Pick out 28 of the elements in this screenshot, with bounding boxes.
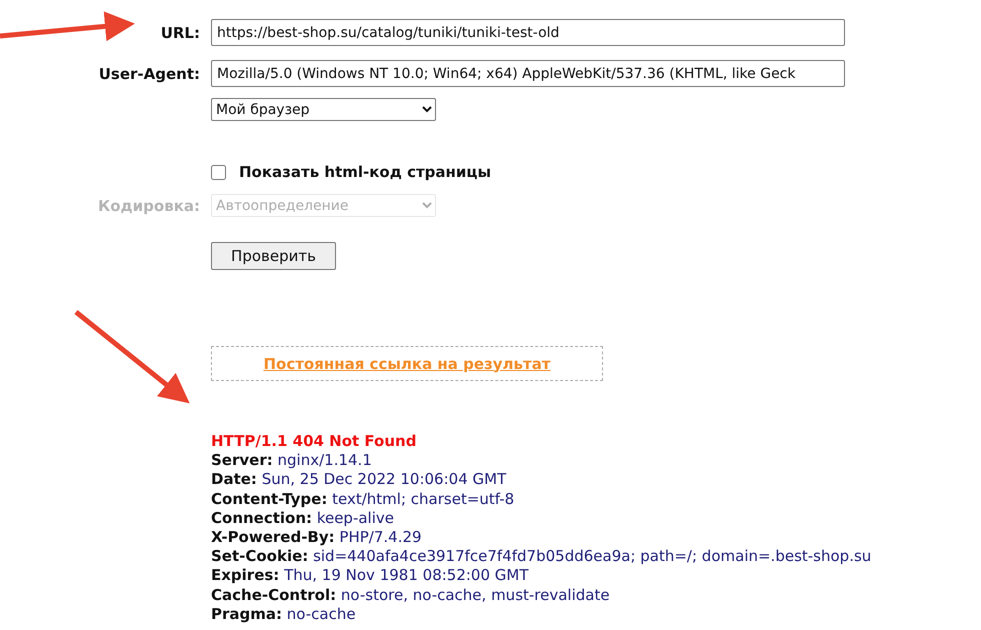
header-name: Set-Cookie: <box>211 547 308 566</box>
user-agent-label: User-Agent: <box>98 64 200 82</box>
header-name: Server: <box>211 451 273 470</box>
show-html-label: Показать html-код страницы <box>239 163 492 181</box>
header-name: Expires: <box>211 566 280 584</box>
header-name: Content-Type: <box>211 490 328 508</box>
header-name: Pragma: <box>211 604 282 623</box>
header-value: Sun, 25 Dec 2022 10:06:04 GMT <box>262 470 506 488</box>
header-value: Thu, 19 Nov 1981 08:52:00 GMT <box>284 566 529 584</box>
show-html-checkbox[interactable] <box>211 164 226 180</box>
url-field[interactable]: https://best-shop.su/catalog/tuniki/tuniki-test-old <box>211 19 845 46</box>
check-button[interactable]: Проверить <box>211 242 336 270</box>
http-status: HTTP/1.1 404 Not Found <box>211 432 418 452</box>
header-value: no-cache <box>286 604 356 623</box>
url-label: URL: <box>160 24 200 42</box>
header-value: nginx/1.14.1 <box>278 451 372 470</box>
user-agent-field[interactable]: Mozilla/5.0 (Windows NT 10.0; Win64; x64) AppleWebKit/537.36 (KHTML, like Geck <box>211 60 845 87</box>
header-value: PHP/7.4.29 <box>339 528 422 546</box>
browser-dropdown[interactable]: Мой браузер <box>211 98 436 121</box>
header-name: X-Powered-By: <box>211 528 335 546</box>
header-value: no-store, no-cache, must-revalidate <box>340 586 610 604</box>
header-name: Date: <box>211 470 257 488</box>
encoding-label: Кодировка: <box>98 196 200 214</box>
header-value: sid=440afa4ce3917fce7f4fd7b05dd6ea9a; path=/; domain=.best-shop.su <box>313 547 872 566</box>
header-value: keep-alive <box>316 508 394 527</box>
header-value: text/html; charset=utf-8 <box>332 490 514 508</box>
header-name: Connection: <box>211 508 312 527</box>
header-name: Cache-Control: <box>211 586 336 604</box>
